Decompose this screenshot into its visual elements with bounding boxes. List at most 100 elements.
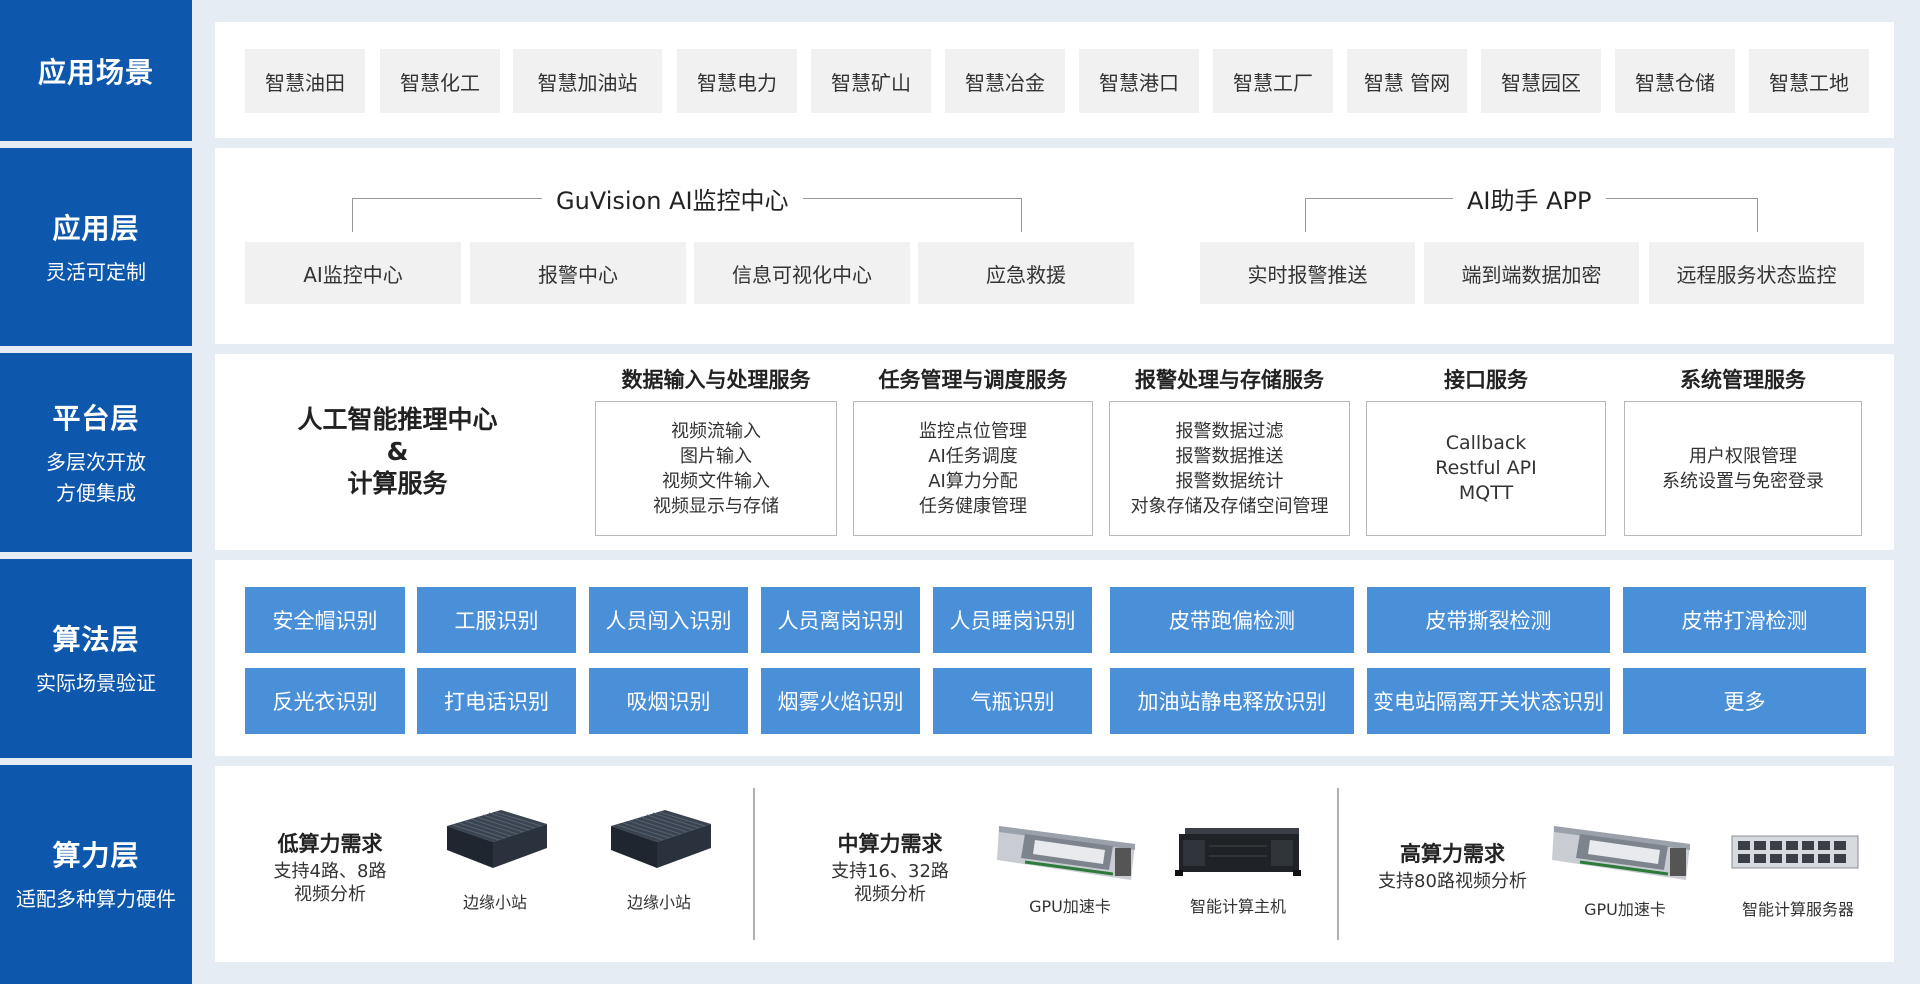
layer-header-platform: 平台层 多层次开放 方便集成 — [0, 353, 192, 552]
compute-title-high: 高算力需求 — [1400, 842, 1505, 866]
device-caption: GPU加速卡 — [1029, 897, 1111, 916]
service-item: AI任务调度 — [928, 445, 1018, 467]
platform-panel: 人工智能推理中心 & 计算服务 数据输入与处理服务 视频流输入 图片输入 视频文… — [215, 354, 1894, 550]
layer-subtitle: 适配多种算力硬件 — [16, 887, 176, 911]
service-box: Callback Restful API MQTT — [1366, 401, 1606, 536]
gpu-card-icon — [995, 818, 1145, 888]
layer-header-compute: 算力层 适配多种算力硬件 — [0, 765, 192, 984]
scenario-item: 智慧冶金 — [945, 49, 1065, 113]
compute-panel: 低算力需求 支持4路、8路 视频分析 边缘小站 边缘小站 中算力需求 支持16、… — [215, 766, 1894, 962]
algorithm-item: 反光衣识别 — [245, 668, 405, 734]
compute-title-mid: 中算力需求 — [837, 832, 943, 856]
app-item: 报警中心 — [470, 242, 686, 304]
inference-center: 人工智能推理中心 & 计算服务 — [285, 404, 510, 500]
scenario-panel: 智慧油田 智慧化工 智慧加油站 智慧电力 智慧矿山 智慧冶金 智慧港口 智慧工厂… — [215, 22, 1894, 138]
algorithm-item: 皮带打滑检测 — [1623, 587, 1866, 653]
algorithm-item: 变电站隔离开关状态识别 — [1367, 668, 1610, 734]
service-item: 视频流输入 — [671, 420, 761, 442]
algorithm-item: 烟雾火焰识别 — [761, 668, 920, 734]
scenario-item: 智慧仓储 — [1615, 49, 1735, 113]
compute-title-low: 低算力需求 — [277, 832, 383, 856]
layer-title: 算力层 — [52, 839, 140, 872]
algorithm-item: 皮带跑偏检测 — [1110, 587, 1354, 653]
service-title: 接口服务 — [1444, 368, 1528, 392]
server-rack-icon — [1730, 834, 1860, 870]
inference-center-line: 人工智能推理中心 — [297, 405, 498, 434]
algorithm-item: 人员离岗识别 — [761, 587, 920, 653]
layer-column: 应用场景 应用层 灵活可定制 平台层 多层次开放 方便集成 算法层 实际场景验证… — [0, 0, 192, 984]
group-title-app: AI助手 APP — [1453, 181, 1606, 216]
scenario-item: 智慧加油站 — [513, 49, 662, 113]
layer-title: 应用场景 — [37, 55, 154, 89]
algorithm-item: 吸烟识别 — [589, 668, 748, 734]
algorithm-item: 更多 — [1623, 668, 1866, 734]
service-item: 用户权限管理 — [1689, 445, 1797, 467]
app-item: AI监控中心 — [245, 242, 461, 304]
device-caption: 边缘小站 — [626, 893, 691, 912]
compute-sub-line: 支持80路视频分析 — [1378, 871, 1527, 892]
scenario-item: 智慧油田 — [245, 49, 365, 113]
gpu-card-icon — [1550, 818, 1700, 888]
scenario-item: 智慧电力 — [677, 49, 797, 113]
algorithm-item: 安全帽识别 — [245, 587, 405, 653]
service-title: 数据输入与处理服务 — [621, 368, 811, 392]
service-item: AI算力分配 — [928, 470, 1018, 492]
layer-subtitle: 灵活可定制 — [46, 259, 146, 284]
algorithm-item: 气瓶识别 — [933, 668, 1092, 734]
service-box: 用户权限管理 系统设置与免密登录 — [1624, 401, 1862, 536]
compute-sub-mid: 支持16、32路 视频分析 — [805, 860, 975, 906]
device-caption: 智能计算服务器 — [1741, 900, 1854, 919]
service-item: 视频显示与存储 — [653, 495, 779, 517]
algorithm-item: 加油站静电释放识别 — [1110, 668, 1354, 734]
algorithm-item: 人员睡岗识别 — [933, 587, 1092, 653]
service-title: 任务管理与调度服务 — [878, 368, 1068, 392]
service-item: 监控点位管理 — [919, 420, 1027, 442]
application-panel: GuVision AI监控中心 AI监控中心 报警中心 信息可视化中心 应急救援… — [215, 148, 1894, 344]
scenario-item: 智慧矿山 — [811, 49, 931, 113]
compute-sub-line: 视频分析 — [854, 884, 926, 905]
section-divider — [1337, 788, 1339, 940]
service-item: Callback — [1445, 432, 1527, 454]
app-item: 实时报警推送 — [1200, 242, 1415, 304]
section-divider — [753, 788, 755, 940]
scenario-item: 智慧 管网 — [1347, 49, 1467, 113]
service-title: 系统管理服务 — [1680, 368, 1806, 392]
algorithm-item: 打电话识别 — [417, 668, 576, 734]
app-item: 信息可视化中心 — [694, 242, 910, 304]
device-caption: 边缘小站 — [462, 893, 527, 912]
service-item: 图片输入 — [680, 445, 752, 467]
layer-header-algorithm: 算法层 实际场景验证 — [0, 559, 192, 758]
service-item: 任务健康管理 — [919, 495, 1027, 517]
layer-header-application: 应用层 灵活可定制 — [0, 148, 192, 346]
device-caption: GPU加速卡 — [1584, 900, 1666, 919]
compute-sub-line: 支持4路、8路 — [273, 861, 387, 882]
scenario-item: 智慧港口 — [1079, 49, 1199, 113]
service-item: 报警数据过滤 — [1175, 420, 1284, 442]
app-item: 端到端数据加密 — [1424, 242, 1639, 304]
layer-subtitle-line: 多层次开放 — [46, 449, 146, 474]
layer-subtitle-line: 方便集成 — [56, 480, 136, 505]
service-title: 报警处理与存储服务 — [1135, 368, 1324, 392]
algorithm-item: 工服识别 — [417, 587, 576, 653]
layer-title: 平台层 — [52, 401, 140, 435]
compute-sub-line: 支持16、32路 — [831, 861, 949, 882]
service-item: 视频文件输入 — [662, 470, 770, 492]
compute-sub-high: 支持80路视频分析 — [1360, 870, 1545, 893]
service-item: 报警数据推送 — [1175, 445, 1284, 467]
inference-center-line: 计算服务 — [347, 469, 448, 498]
scenario-item: 智慧工地 — [1749, 49, 1869, 113]
algorithm-item: 人员闯入识别 — [589, 587, 748, 653]
service-item: 对象存储及存储空间管理 — [1130, 495, 1329, 517]
compute-sub-line: 视频分析 — [294, 884, 366, 905]
layer-title: 算法层 — [52, 623, 140, 656]
app-item: 应急救援 — [918, 242, 1134, 304]
scenario-item: 智慧化工 — [380, 49, 500, 113]
compute-sub-low: 支持4路、8路 视频分析 — [255, 860, 405, 906]
layer-subtitle: 多层次开放 方便集成 — [46, 447, 146, 509]
service-box: 报警数据过滤 报警数据推送 报警数据统计 对象存储及存储空间管理 — [1109, 401, 1350, 536]
inference-center-line: & — [386, 437, 409, 466]
service-item: Restful API — [1435, 457, 1537, 479]
service-item: 系统设置与免密登录 — [1662, 470, 1824, 492]
device-caption: 智能计算主机 — [1189, 897, 1286, 916]
layer-title: 应用层 — [52, 211, 140, 245]
